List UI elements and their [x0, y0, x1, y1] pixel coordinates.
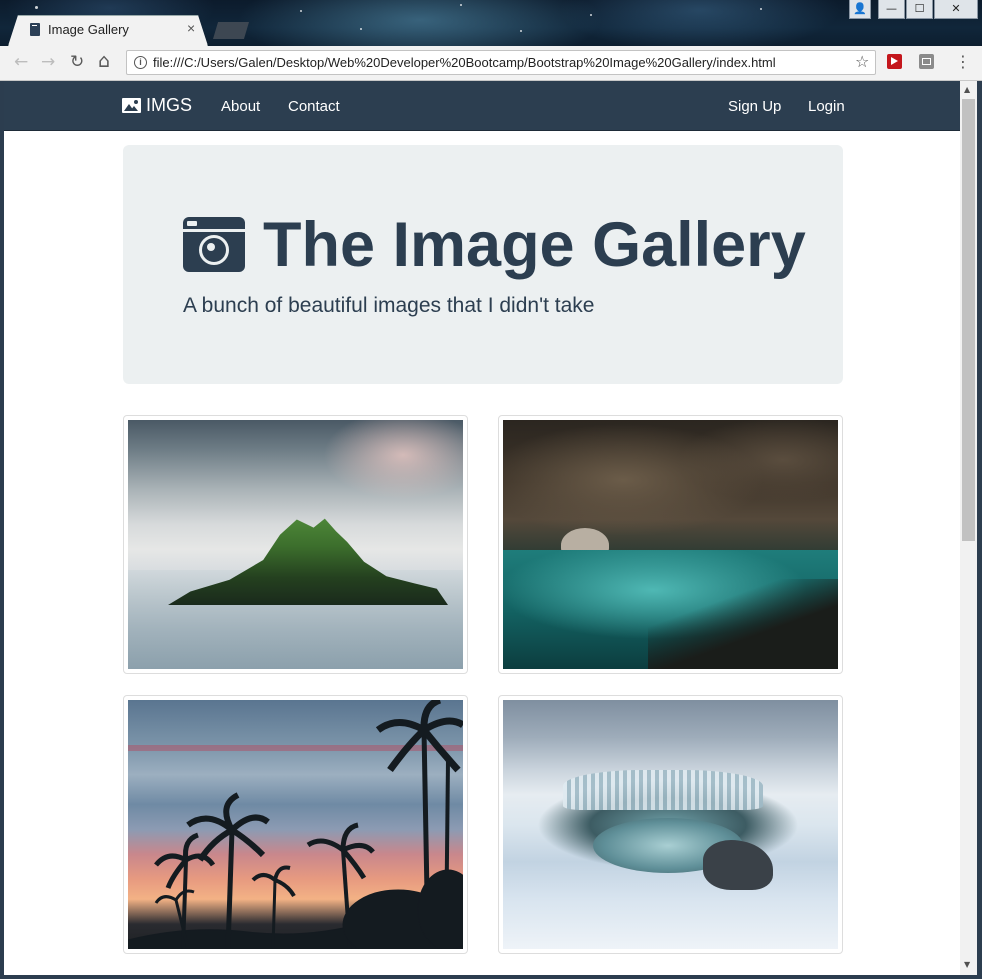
url-text[interactable]: file:///C:/Users/Galen/Desktop/Web%20Dev… — [153, 55, 776, 70]
page-viewport: IMGS About Contact Sign Up Login The Ima… — [4, 81, 960, 975]
camera-icon — [183, 217, 245, 272]
island-photo — [128, 420, 463, 669]
window-border-right — [977, 81, 982, 979]
back-arrow-icon[interactable]: ← — [14, 52, 28, 72]
icy-waterfall-photo — [503, 700, 838, 949]
home-icon[interactable]: ⌂ — [98, 50, 110, 72]
window-controls: 👤 — ☐ ✕ — [848, 0, 978, 19]
tab-title: Image Gallery — [48, 22, 129, 37]
cave-lagoon-photo — [503, 420, 838, 669]
page-title: The Image Gallery — [263, 210, 806, 280]
gallery-thumbnail[interactable] — [123, 695, 468, 954]
navbar-brand[interactable]: IMGS — [122, 95, 192, 116]
bookmark-star-icon[interactable]: ☆ — [855, 52, 869, 71]
jumbotron: The Image Gallery A bunch of beautiful i… — [123, 145, 843, 384]
scroll-up-icon[interactable]: ▲ — [964, 85, 970, 94]
close-window-button[interactable]: ✕ — [934, 0, 978, 19]
maximize-button[interactable]: ☐ — [906, 0, 933, 19]
page-favicon-icon — [30, 23, 40, 36]
browser-menu-icon[interactable]: ⋮ — [955, 52, 971, 71]
page-subtitle: A bunch of beautiful images that I didn'… — [183, 294, 595, 317]
nav-link-login[interactable]: Login — [808, 98, 845, 115]
page-info-icon[interactable]: i — [134, 56, 147, 69]
scroll-down-icon[interactable]: ▼ — [964, 960, 970, 969]
tab-close-icon[interactable]: × — [187, 20, 195, 36]
extension-play-icon[interactable] — [887, 54, 902, 69]
palm-sunset-photo — [128, 700, 463, 949]
nav-link-about[interactable]: About — [221, 98, 260, 115]
window-border-bottom — [0, 975, 982, 979]
minimize-button[interactable]: — — [878, 0, 905, 19]
profile-icon[interactable]: 👤 — [849, 0, 871, 19]
forward-arrow-icon[interactable]: → — [41, 52, 55, 72]
extension-cast-icon[interactable] — [919, 54, 934, 69]
gallery-thumbnail[interactable] — [123, 415, 468, 674]
vertical-scrollbar[interactable]: ▲ ▼ — [960, 81, 977, 975]
nav-link-sign-up[interactable]: Sign Up — [728, 98, 781, 115]
brand-label: IMGS — [146, 95, 193, 115]
scrollbar-thumb[interactable] — [962, 99, 975, 541]
reload-icon[interactable]: ↻ — [70, 52, 84, 72]
nav-link-contact[interactable]: Contact — [288, 98, 340, 115]
gallery-thumbnail[interactable] — [498, 695, 843, 954]
navbar: IMGS About Contact Sign Up Login — [4, 81, 960, 131]
new-tab-button[interactable] — [213, 22, 249, 39]
picture-icon — [122, 98, 141, 113]
gallery-thumbnail[interactable] — [498, 415, 843, 674]
